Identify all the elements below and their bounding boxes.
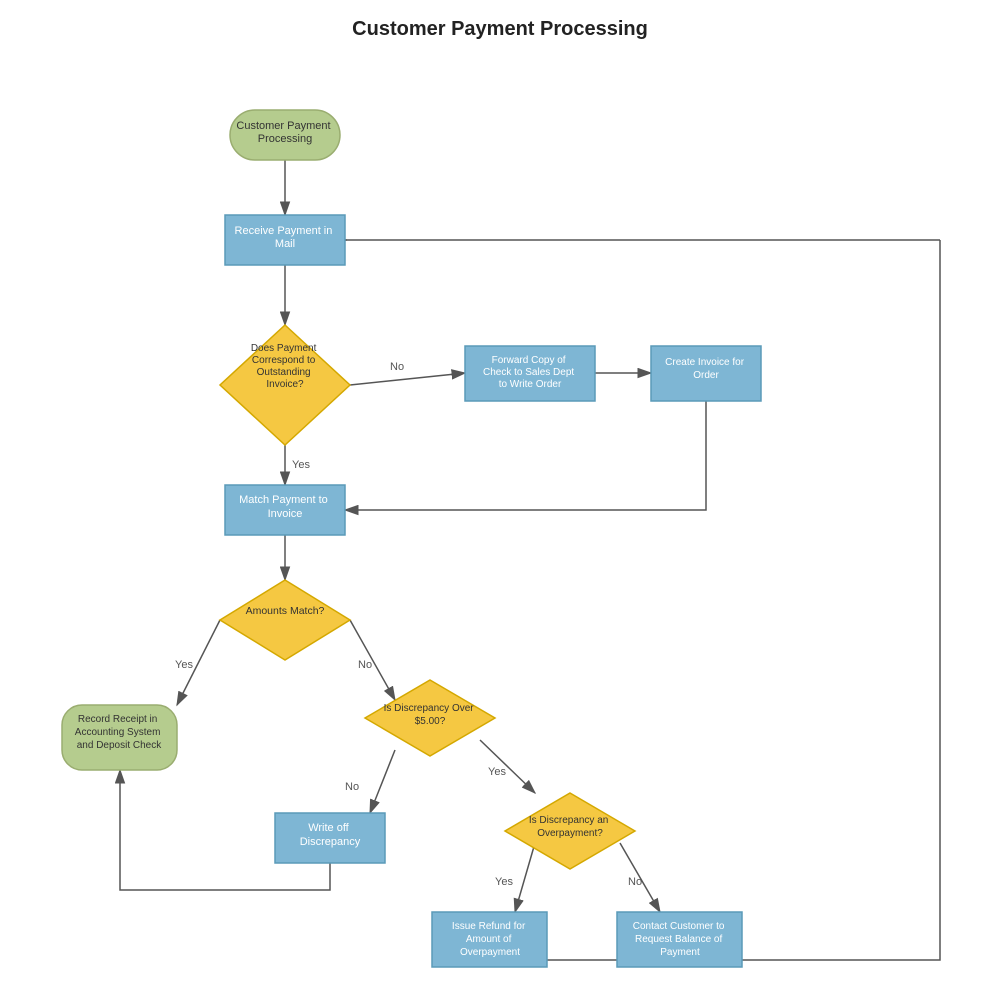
label-no-1: No bbox=[390, 361, 404, 373]
label-no-4: No bbox=[628, 876, 642, 888]
label-no-2: No bbox=[358, 659, 372, 671]
text-record-receipt: Record Receipt in Accounting System and … bbox=[75, 714, 163, 751]
arrow-no-to-forward bbox=[350, 373, 465, 385]
label-yes-2: Yes bbox=[175, 659, 193, 671]
label-yes-1: Yes bbox=[292, 459, 310, 471]
flowchart: No Yes Yes No No Yes Yes No bbox=[0, 0, 1000, 1000]
arrow-overpay-yes bbox=[515, 843, 535, 912]
label-yes-3: Yes bbox=[488, 766, 506, 778]
shape-amounts-match bbox=[220, 580, 350, 660]
label-yes-4: Yes bbox=[495, 876, 513, 888]
text-amounts-match: Amounts Match? bbox=[246, 605, 325, 617]
arrow-disc-no bbox=[370, 750, 395, 813]
label-no-3: No bbox=[345, 781, 359, 793]
diagram-container: Customer Payment Processing No Yes Yes bbox=[0, 0, 1000, 1000]
arrow-amounts-no bbox=[350, 620, 395, 700]
arrow-create-to-match bbox=[345, 401, 706, 510]
